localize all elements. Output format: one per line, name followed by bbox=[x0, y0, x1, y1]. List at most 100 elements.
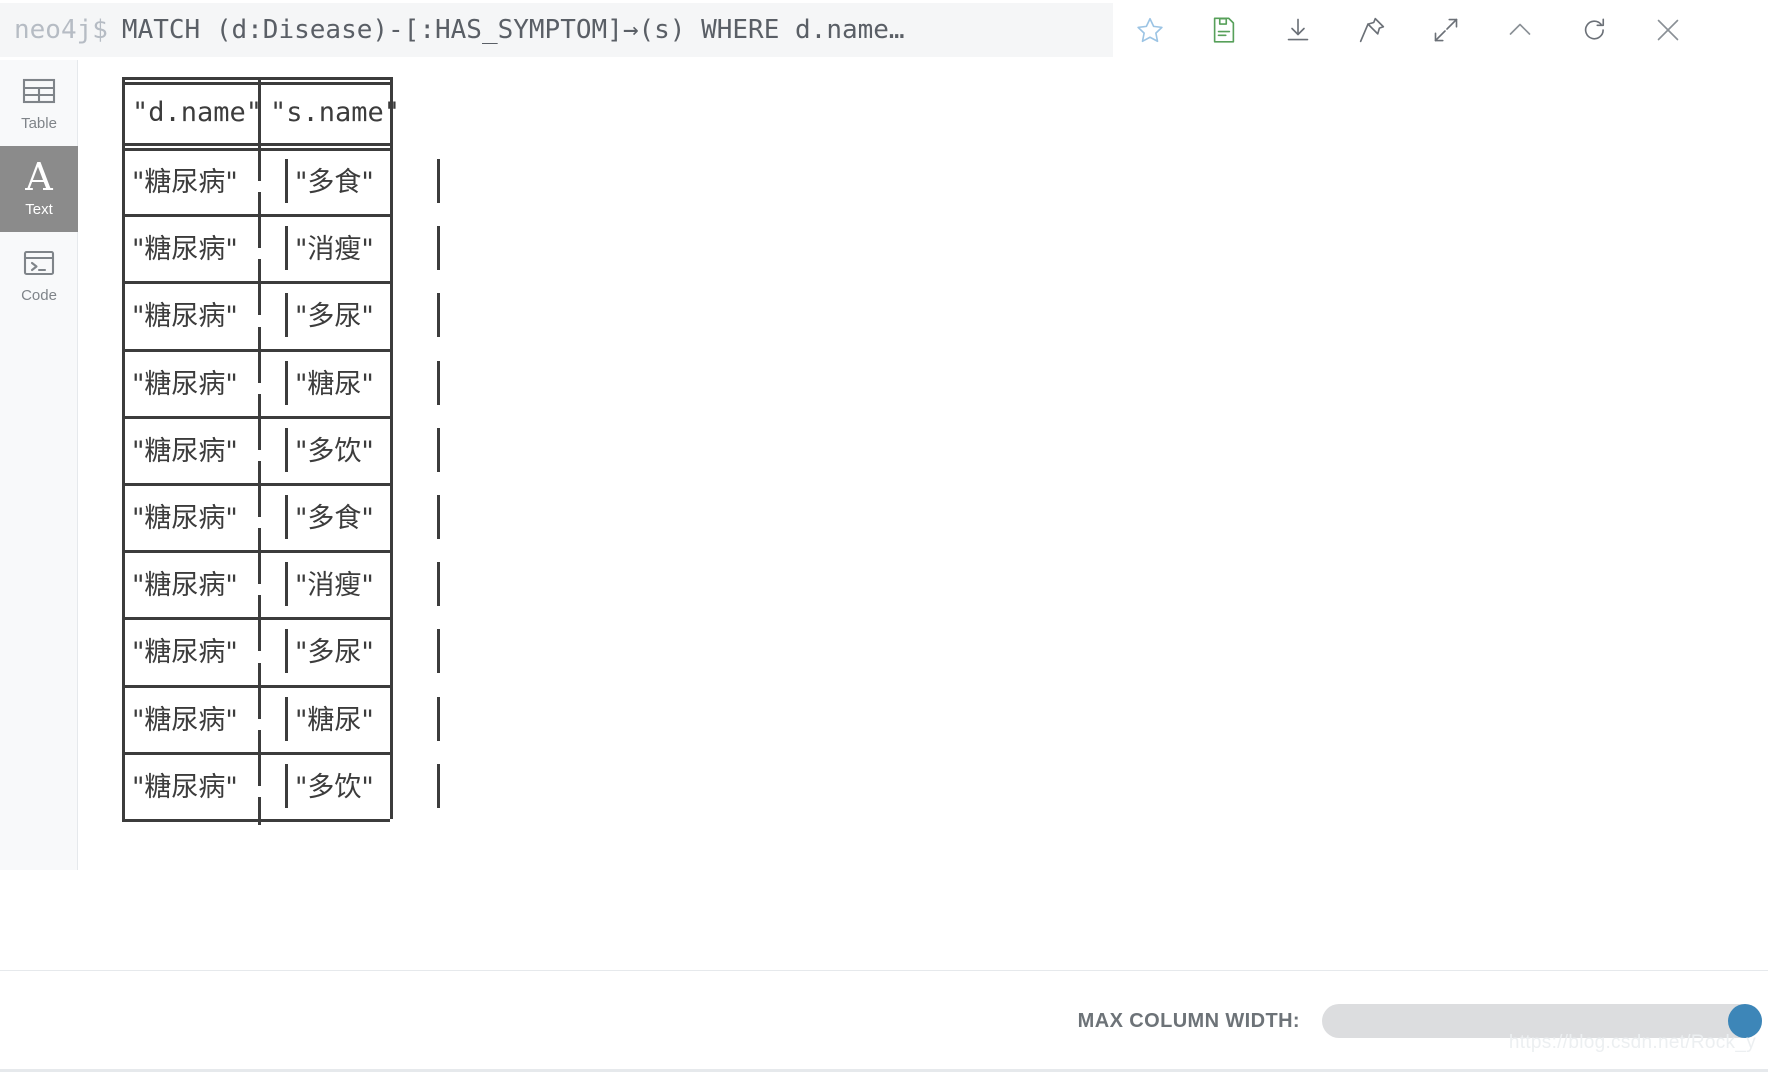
table-cell-value: "糖尿病" bbox=[132, 503, 238, 534]
table-cell-value: "多尿" bbox=[295, 637, 374, 669]
table-separator-pipe bbox=[258, 259, 261, 316]
table-separator-pipe bbox=[285, 360, 288, 405]
table-separator-pipe bbox=[390, 751, 393, 819]
table-separator-pipe bbox=[285, 226, 288, 271]
table-separator-pipe bbox=[122, 348, 125, 416]
table-rule bbox=[122, 281, 390, 285]
table-separator-pipe bbox=[285, 427, 288, 472]
sidebar-item-code[interactable]: Code bbox=[0, 232, 78, 318]
table-separator-pipe bbox=[258, 125, 261, 181]
table-rule bbox=[122, 684, 390, 688]
table-separator-pipe bbox=[258, 662, 261, 719]
table-rule bbox=[122, 143, 390, 146]
table-cell-value: "糖尿" bbox=[295, 704, 374, 736]
table-cell-value: "多饮" bbox=[295, 771, 374, 803]
expand-icon[interactable] bbox=[1409, 0, 1483, 60]
editor-toolbar bbox=[1113, 0, 1768, 60]
table-separator-pipe bbox=[122, 617, 125, 685]
result-footer: MAX COLUMN WIDTH: https://blog.csdn.net/… bbox=[0, 970, 1768, 1072]
table-cell-value: "糖尿病" bbox=[132, 234, 238, 266]
table-separator-pipe bbox=[258, 192, 261, 249]
table-cell-value: "多尿" bbox=[295, 301, 374, 333]
table-separator-pipe bbox=[390, 550, 393, 618]
table-cell-value: "糖尿病" bbox=[132, 771, 238, 803]
column-header: "s.name" bbox=[270, 97, 401, 128]
table-cell-value: "多食" bbox=[295, 503, 374, 534]
table-rule bbox=[122, 77, 390, 80]
table-cell-value: "糖尿病" bbox=[132, 704, 238, 736]
table-separator-pipe bbox=[390, 684, 393, 752]
table-separator-pipe bbox=[122, 77, 125, 149]
table-separator-pipe bbox=[437, 763, 440, 808]
table-separator-pipe bbox=[390, 348, 393, 416]
max-column-width-label: MAX COLUMN WIDTH: bbox=[1077, 1009, 1300, 1032]
chevron-up-icon[interactable] bbox=[1483, 0, 1557, 60]
table-separator-pipe bbox=[390, 147, 393, 215]
table-cell-value: "糖尿病" bbox=[132, 368, 238, 400]
table-separator-pipe bbox=[122, 550, 125, 618]
refresh-icon[interactable] bbox=[1557, 0, 1631, 60]
ascii-result-table: "d.name" "s.name" "糖尿病" "多食" "糖尿病" "消瘦" "糖尿病" "… bbox=[78, 60, 1768, 870]
save-document-icon[interactable] bbox=[1187, 0, 1261, 60]
table-rule bbox=[122, 348, 390, 352]
table-separator-pipe bbox=[258, 528, 261, 585]
text-result-panel: "d.name" "s.name" "糖尿病" "多食" "糖尿病" "消瘦" "糖尿病" "… bbox=[78, 60, 1768, 870]
table-separator-pipe bbox=[437, 226, 440, 271]
table-separator-pipe bbox=[122, 684, 125, 752]
watermark-text: https://blog.csdn.net/Rock_y bbox=[1508, 1032, 1756, 1053]
table-separator-pipe bbox=[285, 562, 288, 607]
table-rule bbox=[122, 751, 390, 755]
table-cell-value: "糖尿病" bbox=[132, 570, 238, 602]
table-separator-pipe bbox=[285, 159, 288, 203]
table-separator-pipe bbox=[390, 617, 393, 685]
table-separator-pipe bbox=[258, 461, 261, 517]
query-input[interactable]: neo4j$ MATCH (d:Disease)-[:HAS_SYMPTOM]→… bbox=[0, 3, 1113, 57]
table-separator-pipe bbox=[437, 293, 440, 338]
table-separator-pipe bbox=[122, 281, 125, 349]
neo4j-browser-result-frame: neo4j$ MATCH (d:Disease)-[:HAS_SYMPTOM]→… bbox=[0, 0, 1768, 1072]
table-cell-value: "糖尿病" bbox=[132, 301, 238, 333]
sidebar-item-text[interactable]: A Text bbox=[0, 146, 78, 232]
table-cell-value: "消瘦" bbox=[295, 570, 374, 602]
table-separator-pipe bbox=[122, 214, 125, 282]
table-separator-pipe bbox=[437, 562, 440, 607]
table-separator-pipe bbox=[285, 495, 288, 539]
table-cell-value: "多饮" bbox=[295, 435, 374, 467]
code-icon bbox=[23, 246, 55, 280]
table-cell-value: "糖尿" bbox=[295, 368, 374, 400]
table-rule bbox=[122, 82, 390, 85]
table-icon bbox=[22, 74, 56, 108]
download-icon[interactable] bbox=[1261, 0, 1335, 60]
sidebar-item-label: Text bbox=[25, 201, 53, 218]
table-separator-pipe bbox=[258, 326, 261, 383]
table-separator-pipe bbox=[437, 495, 440, 539]
sidebar-item-table[interactable]: Table bbox=[0, 60, 78, 146]
sidebar-item-label: Table bbox=[21, 115, 57, 132]
close-icon[interactable] bbox=[1631, 0, 1705, 60]
table-cell-value: "糖尿病" bbox=[132, 167, 238, 198]
query-editor-bar: neo4j$ MATCH (d:Disease)-[:HAS_SYMPTOM]→… bbox=[0, 0, 1768, 60]
table-separator-pipe bbox=[390, 214, 393, 282]
table-rule bbox=[122, 148, 390, 151]
pin-icon[interactable] bbox=[1335, 0, 1409, 60]
table-separator-pipe bbox=[258, 797, 261, 825]
prompt-label: neo4j$ bbox=[14, 15, 108, 45]
table-separator-pipe bbox=[122, 751, 125, 819]
column-header: "d.name" bbox=[132, 97, 263, 128]
table-separator-pipe bbox=[122, 483, 125, 551]
table-separator-pipe bbox=[285, 763, 288, 808]
table-cell-value: "消瘦" bbox=[295, 234, 374, 266]
sidebar-item-label: Code bbox=[21, 287, 57, 304]
table-separator-pipe bbox=[258, 393, 261, 450]
table-cell-value: "糖尿病" bbox=[132, 637, 238, 669]
table-cell-value: "多食" bbox=[295, 167, 374, 198]
favorite-star-icon[interactable] bbox=[1113, 0, 1187, 60]
table-rule bbox=[122, 819, 390, 822]
table-separator-pipe bbox=[390, 281, 393, 349]
table-separator-pipe bbox=[437, 360, 440, 405]
table-separator-pipe bbox=[390, 415, 393, 483]
table-rule bbox=[122, 214, 390, 218]
table-cell-value: "糖尿病" bbox=[132, 435, 238, 467]
table-rule bbox=[122, 483, 390, 486]
table-separator-pipe bbox=[258, 729, 261, 786]
